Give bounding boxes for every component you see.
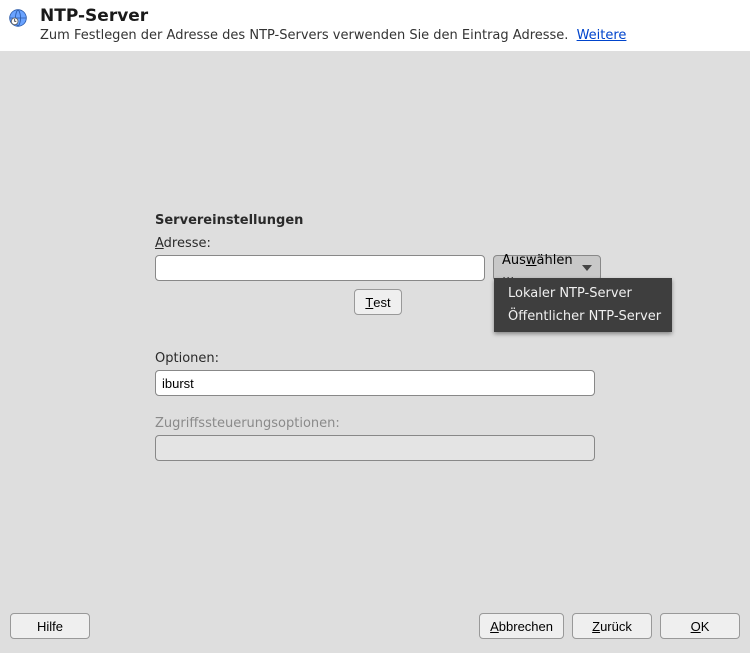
ok-button[interactable]: OK [660, 613, 740, 639]
ntp-globe-icon [8, 6, 34, 43]
chevron-down-icon [582, 265, 592, 271]
footer: Hilfe Abbrechen Zurück OK [0, 605, 750, 653]
select-server-menu: Lokaler NTP-Server Öffentlicher NTP-Serv… [494, 278, 672, 332]
more-link[interactable]: Weitere [577, 28, 627, 43]
address-input[interactable] [155, 255, 485, 281]
menu-item-local-ntp[interactable]: Lokaler NTP-Server [494, 282, 672, 305]
access-input [155, 435, 595, 461]
page-subtitle: Zum Festlegen der Adresse des NTP-Server… [40, 28, 626, 43]
test-button[interactable]: Test [354, 289, 401, 315]
access-label: Zugriffssteuerungsoptionen: [155, 416, 601, 431]
body: Servereinstellungen Adresse: Auswählen .… [0, 51, 750, 604]
menu-item-public-ntp[interactable]: Öffentlicher NTP-Server [494, 305, 672, 328]
options-input[interactable] [155, 370, 595, 396]
address-label: Adresse: [155, 236, 601, 251]
server-settings-form: Servereinstellungen Adresse: Auswählen .… [155, 213, 601, 461]
options-label: Optionen: [155, 351, 601, 366]
subtitle-text: Zum Festlegen der Adresse des NTP-Server… [40, 28, 568, 43]
help-button[interactable]: Hilfe [10, 613, 90, 639]
cancel-button[interactable]: Abbrechen [479, 613, 564, 639]
page-title: NTP-Server [40, 6, 626, 26]
back-button[interactable]: Zurück [572, 613, 652, 639]
section-title: Servereinstellungen [155, 213, 601, 228]
header: NTP-Server Zum Festlegen der Adresse des… [0, 0, 750, 51]
